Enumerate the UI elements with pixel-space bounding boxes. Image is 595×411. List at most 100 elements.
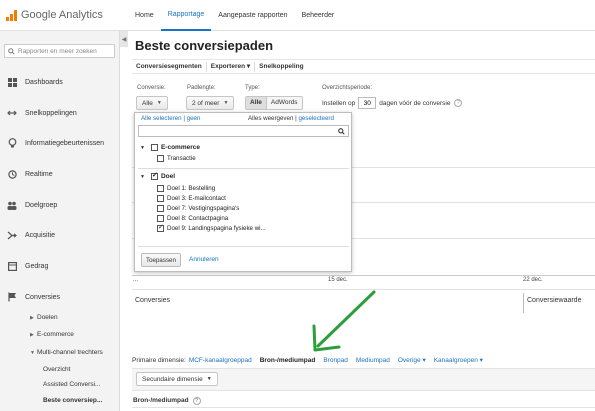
lookback-window: Instellen op dagen vóór de conversie ? xyxy=(322,97,463,109)
option-checkbox[interactable] xyxy=(157,195,164,202)
group-doel[interactable]: ▼ Doel xyxy=(140,171,176,180)
select-all-link[interactable]: Alle selecteren xyxy=(141,115,182,122)
sidebar-item-gedrag[interactable]: Gedrag xyxy=(0,259,120,273)
app-title: Google Analytics xyxy=(21,9,103,21)
option-doel-8[interactable]: Doel 8: Contactpagina xyxy=(157,215,228,222)
dimension-other-label: Overige xyxy=(397,357,421,364)
dimension-medium-path[interactable]: Mediumpad xyxy=(356,357,390,364)
option-label: Doel 8: Contactpagina xyxy=(167,215,229,222)
type-label: Type: xyxy=(245,85,260,91)
group-checkbox[interactable] xyxy=(150,171,158,180)
sidebar-sub-item-overzicht[interactable]: Overzicht xyxy=(0,364,120,375)
metric-conversions: Conversies xyxy=(135,297,171,304)
export-label: Exporteren xyxy=(210,62,246,70)
triangle-down-icon: ▼ xyxy=(140,144,145,151)
sidebar-sub-item-multi-channel[interactable]: ▼ Multi-channel trechters xyxy=(0,347,120,358)
date-tick: ... xyxy=(133,277,139,283)
table-column-header: Bron-/mediumpad? xyxy=(132,394,595,408)
secondary-dimension-label: Secundaire dimensie xyxy=(142,375,203,383)
sidebar-sub-item-assisted[interactable]: Assisted Conversi... xyxy=(0,379,120,390)
column-header-label[interactable]: Bron-/mediumpad xyxy=(133,397,189,404)
chevron-down-icon: ▼ xyxy=(223,100,229,106)
search-input[interactable] xyxy=(18,47,110,55)
sidebar: Dashboards Snelkoppelingen Informatiegeb… xyxy=(0,31,120,411)
sidebar-sub-item-e-commerce[interactable]: ▶ E-commerce xyxy=(0,329,120,340)
sidebar-item-realtime[interactable]: Realtime xyxy=(0,167,120,181)
dimension-channel-groups-label: Kanaalgroepen xyxy=(433,357,478,364)
grid-icon xyxy=(7,77,17,87)
dimension-source-path[interactable]: Bronpad xyxy=(323,357,348,364)
period-days-input[interactable] xyxy=(358,97,377,109)
sidebar-sub-item-doelen[interactable]: ▶ Doelen xyxy=(0,312,120,323)
chevron-down-icon: ▼ xyxy=(206,376,212,382)
clock-icon xyxy=(7,169,17,179)
sidebar-item-doelgroep[interactable]: Doelgroep xyxy=(0,198,120,212)
show-all-label[interactable]: Alles weergeven xyxy=(248,115,293,122)
sidebar-sub-item-label: Multi-channel trechters xyxy=(37,349,103,356)
dimension-mcf-channel-group-path[interactable]: MCF-kanaalgroeppad xyxy=(189,357,252,364)
nav-rapportage[interactable]: Rapportage xyxy=(160,0,212,31)
conversion-value: Alle xyxy=(142,99,153,107)
sidebar-item-informatiegebeurtenissen[interactable]: Informatiegebeurtenissen xyxy=(0,136,120,150)
sidebar-item-label: Conversies xyxy=(25,293,61,301)
option-checkbox[interactable] xyxy=(157,215,164,222)
group-label: Doel xyxy=(160,173,176,180)
conversion-label: Conversie: xyxy=(137,85,166,91)
nav-home[interactable]: Home xyxy=(128,0,161,31)
secondary-dimension-dropdown[interactable]: Secundaire dimensie ▼ xyxy=(136,372,218,386)
triangle-right-icon: ▶ xyxy=(30,314,34,321)
main-content: Beste conversiepaden Conversiesegmenten … xyxy=(128,31,595,411)
sidebar-item-label: Acquisitie xyxy=(25,231,55,239)
link-divider: | xyxy=(183,115,185,122)
chevron-down-icon: ▾ xyxy=(422,357,426,364)
apply-button[interactable]: Toepassen xyxy=(141,253,181,267)
option-checkbox[interactable] xyxy=(157,185,164,192)
option-label: Doel 3: E-mailcontact xyxy=(167,195,226,202)
type-option-adwords[interactable]: AdWords xyxy=(265,97,302,109)
nav-beheerder[interactable]: Beheerder xyxy=(295,0,342,31)
metric-separator xyxy=(523,293,524,313)
sidebar-item-conversies[interactable]: Conversies xyxy=(0,290,120,304)
conversion-dropdown[interactable]: Alle ▼ xyxy=(136,96,168,110)
period-suffix: dagen vóór de conversie xyxy=(379,99,451,107)
dimension-channel-groups[interactable]: Kanaalgroepen ▾ xyxy=(434,356,483,364)
sidebar-item-acquisitie[interactable]: Acquisitie xyxy=(0,228,120,242)
ga-logo[interactable]: Google Analytics xyxy=(6,9,103,21)
sidebar-sub-item-beste-conversiepaden[interactable]: Beste conversiep... xyxy=(0,395,120,406)
option-checkbox[interactable] xyxy=(157,155,164,162)
cancel-link[interactable]: Annuleren xyxy=(189,256,219,263)
select-none-link[interactable]: geen xyxy=(187,115,201,122)
option-checkbox[interactable] xyxy=(157,205,164,212)
group-e-commerce[interactable]: ▼ E-commerce xyxy=(140,144,200,151)
option-doel-3[interactable]: Doel 3: E-mailcontact xyxy=(157,195,226,202)
sidebar-search[interactable] xyxy=(4,44,115,58)
option-doel-9[interactable]: Doel 9: Landingspagina fysieke wi... xyxy=(157,223,266,232)
conversion-segments-button[interactable]: Conversiesegmenten xyxy=(132,61,207,72)
sidebar-item-snelkoppelingen[interactable]: Snelkoppelingen xyxy=(0,106,120,120)
option-doel-1[interactable]: Doel 1: Bestelling xyxy=(157,185,215,192)
export-button[interactable]: Exporteren ▾ xyxy=(207,61,256,72)
option-checkbox[interactable] xyxy=(157,223,164,232)
collapse-sidebar-button[interactable]: ◀ xyxy=(120,31,128,47)
path-length-value: 2 of meer xyxy=(192,99,220,107)
sidebar-item-label: Gedrag xyxy=(25,262,49,270)
nav-aangepaste-rapporten[interactable]: Aangepaste rapporten xyxy=(211,0,294,31)
type-option-alle[interactable]: Alle xyxy=(246,97,266,109)
dimension-other[interactable]: Overige ▾ xyxy=(398,356,426,364)
sidebar-item-dashboards[interactable]: Dashboards xyxy=(0,75,120,89)
shortcut-button[interactable]: Snelkoppeling xyxy=(255,62,307,72)
group-checkbox[interactable] xyxy=(150,144,158,151)
metric-conversion-value: Conversiewaarde xyxy=(527,297,582,304)
popup-divider xyxy=(138,168,349,169)
popup-search-input[interactable] xyxy=(138,125,349,137)
option-transactie[interactable]: Transactie xyxy=(157,155,196,162)
triangle-down-icon: ▼ xyxy=(30,349,35,356)
help-icon[interactable]: ? xyxy=(454,99,463,107)
show-selected-link[interactable]: geselecteerd xyxy=(298,115,333,122)
date-tick: 22 dec. xyxy=(523,277,543,283)
dimension-source-medium-path[interactable]: Bron-/mediumpad xyxy=(260,357,316,364)
option-doel-7[interactable]: Doel 7: Vestigingspagina's xyxy=(157,205,239,212)
help-icon[interactable]: ? xyxy=(192,396,201,405)
link-divider: | xyxy=(295,115,297,122)
path-length-dropdown[interactable]: 2 of meer ▼ xyxy=(186,96,235,110)
